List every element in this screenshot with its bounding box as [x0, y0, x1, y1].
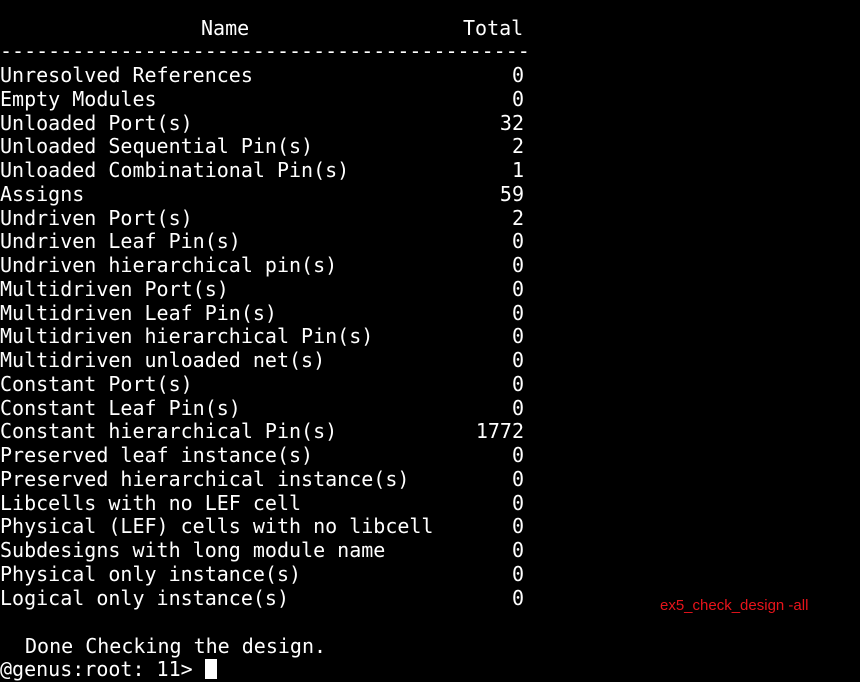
- row-total: 0: [511, 229, 524, 254]
- row-label: Physical only instance(s): [0, 561, 302, 586]
- row-total: 0: [511, 585, 524, 610]
- table-row: Unloaded Combinational Pin(s) 1: [0, 158, 540, 183]
- row-label: Logical only instance(s): [0, 585, 289, 610]
- row-label: Unresolved References: [0, 63, 253, 87]
- row-label: Libcells with no LEF cell: [0, 490, 302, 515]
- table-row: Unloaded Port(s) 32: [0, 110, 540, 136]
- row-label: Undriven Leaf Pin(s): [0, 229, 241, 254]
- row-total: 0: [511, 300, 524, 325]
- row-total: 0: [511, 371, 524, 396]
- row-total: 0: [511, 466, 524, 491]
- row-total: 2: [511, 134, 524, 159]
- table-row: Undriven hierarchical pin(s) 0: [0, 253, 540, 278]
- table-row: Subdesigns with long module name 0: [0, 538, 540, 563]
- column-header-total: Total: [463, 16, 524, 40]
- table-row: Constant hierarchical Pin(s) 1772: [0, 419, 540, 444]
- table-row: Empty Modules 0: [0, 86, 540, 112]
- row-total: 59: [499, 181, 524, 206]
- row-total: 0: [511, 395, 524, 420]
- row-total: 0: [511, 348, 524, 372]
- table-row: Multidriven Leaf Pin(s) 0: [0, 300, 540, 326]
- table-row: Constant Port(s) 0: [0, 371, 540, 397]
- row-label: Preserved hierarchical instance(s): [0, 466, 410, 491]
- terminal-window[interactable]: Name Total -----------------------------…: [0, 0, 860, 681]
- table-row: Logical only instance(s) 0: [0, 585, 540, 611]
- command-annotation: ex5_check_design -all: [660, 597, 809, 614]
- table-row: Preserved hierarchical instance(s) 0: [0, 466, 540, 492]
- row-label: Constant Port(s): [0, 371, 193, 396]
- table-row: Physical only instance(s) 0: [0, 561, 540, 587]
- row-total: 0: [511, 86, 524, 111]
- row-label: Preserved leaf instance(s): [0, 443, 314, 467]
- row-total: 0: [511, 490, 524, 515]
- row-total: 2: [511, 205, 524, 230]
- row-total: 32: [499, 110, 524, 135]
- row-total: 0: [511, 514, 524, 539]
- row-total: 0: [511, 538, 524, 562]
- table-row: Multidriven Port(s) 0: [0, 276, 540, 302]
- row-label: Physical (LEF) cells with no libcell: [0, 514, 434, 539]
- row-total: 0: [511, 276, 524, 301]
- table-row: Libcells with no LEF cell 0: [0, 490, 540, 516]
- row-total: 0: [511, 561, 524, 586]
- row-label: Multidriven hierarchical Pin(s): [0, 324, 374, 349]
- table-row: Unloaded Sequential Pin(s) 2: [0, 134, 540, 159]
- table-row: Undriven Leaf Pin(s) 0: [0, 229, 540, 254]
- check-results-table: Unresolved References 0 Empty Modules 0 Unlo…: [0, 63, 540, 611]
- row-label: Unloaded Combinational Pin(s): [0, 158, 350, 182]
- header-separator: ----------------------------------------…: [0, 39, 530, 63]
- table-row: Unresolved References 0: [0, 63, 540, 88]
- table-row: Physical (LEF) cells with no libcell 0: [0, 514, 540, 539]
- row-total: 0: [511, 324, 524, 349]
- row-label: Subdesigns with long module name: [0, 538, 386, 562]
- row-total: 1: [511, 158, 524, 182]
- row-label: Multidriven unloaded net(s): [0, 348, 326, 372]
- text-cursor: [204, 659, 217, 679]
- table-row: Multidriven hierarchical Pin(s) 0: [0, 324, 540, 349]
- row-label: Multidriven Leaf Pin(s): [0, 300, 277, 325]
- column-header-name: Name: [201, 16, 250, 40]
- row-label: Undriven hierarchical pin(s): [0, 253, 338, 277]
- row-label: Constant hierarchical Pin(s): [0, 419, 338, 444]
- shell-prompt[interactable]: @genus:root: 11>: [0, 657, 217, 682]
- table-row: Preserved leaf instance(s) 0: [0, 443, 540, 468]
- row-label: Multidriven Port(s): [0, 276, 229, 301]
- table-row: Constant Leaf Pin(s) 0: [0, 395, 540, 421]
- row-label: Assigns: [0, 181, 85, 206]
- row-total: 1772: [475, 419, 524, 444]
- row-label: Unloaded Sequential Pin(s): [0, 134, 314, 159]
- row-label: Undriven Port(s): [0, 205, 193, 230]
- table-row: Assigns 59: [0, 181, 540, 207]
- row-label: Constant Leaf Pin(s): [0, 395, 241, 420]
- row-label: Unloaded Port(s): [0, 110, 193, 135]
- done-message: Done Checking the design.: [25, 634, 327, 658]
- row-total: 0: [511, 63, 524, 87]
- row-label: Empty Modules: [0, 86, 157, 111]
- row-total: 0: [511, 253, 524, 277]
- row-total: 0: [511, 443, 524, 467]
- table-row: Undriven Port(s) 2: [0, 205, 540, 231]
- table-row: Multidriven unloaded net(s) 0: [0, 348, 540, 373]
- prompt-text: @genus:root: 11>: [0, 657, 205, 681]
